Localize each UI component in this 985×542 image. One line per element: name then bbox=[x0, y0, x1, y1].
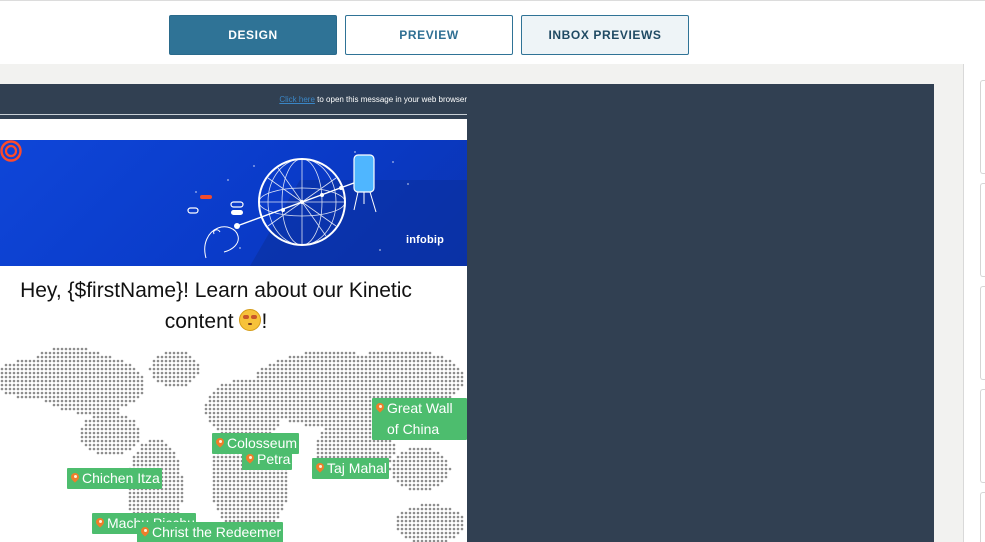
side-panel bbox=[964, 64, 985, 542]
email-body[interactable]: infobip Hey, {$firstName}! Learn about o… bbox=[0, 119, 467, 542]
tab-preview[interactable]: PREVIEW bbox=[345, 15, 513, 55]
preheader-text: Click here to open this message in your … bbox=[279, 95, 467, 104]
preheader: Click here to open this message in your … bbox=[0, 84, 467, 116]
map-pin-chichen-itza[interactable]: Chichen Itza bbox=[67, 468, 162, 489]
top-toolbar: DESIGN PREVIEW INBOX PREVIEWS bbox=[0, 0, 985, 64]
heading-line-2-end: ! bbox=[261, 310, 268, 333]
header-banner[interactable]: infobip bbox=[0, 140, 467, 266]
map-pin-taj-mahal[interactable]: Taj Mahal bbox=[312, 458, 389, 479]
tab-design[interactable]: DESIGN bbox=[169, 15, 337, 55]
infobip-logo-icon bbox=[0, 140, 22, 162]
map-pin-christ-the-redeemer[interactable]: Christ the Redeemer bbox=[137, 522, 284, 542]
map-pin-petra[interactable]: Petra bbox=[242, 449, 292, 470]
brand-name: infobip bbox=[406, 234, 445, 246]
map-pin-great-wall[interactable]: Great Wall of China bbox=[372, 398, 467, 440]
side-panel-card[interactable] bbox=[980, 389, 985, 483]
email-heading[interactable]: Hey, {$firstName}! Learn about our Kinet… bbox=[0, 275, 432, 337]
tab-inbox-previews[interactable]: INBOX PREVIEWS bbox=[521, 15, 689, 55]
divider bbox=[0, 114, 467, 115]
globe-illustration bbox=[187, 151, 467, 266]
heading-line-2-start: content bbox=[164, 310, 240, 333]
side-panel-card[interactable] bbox=[980, 80, 985, 174]
star-struck-emoji-icon bbox=[239, 309, 262, 331]
world-map[interactable]: Great Wall of China Colosseum Petra Taj … bbox=[0, 339, 467, 542]
side-panel-card[interactable] bbox=[980, 492, 985, 542]
side-panel-card[interactable] bbox=[980, 286, 985, 380]
side-panel-card[interactable] bbox=[980, 183, 985, 277]
web-version-link[interactable]: Click here bbox=[279, 95, 315, 104]
heading-line-1: Hey, {$firstName}! Learn about our Kinet… bbox=[20, 279, 412, 302]
email-editor: DESIGN PREVIEW INBOX PREVIEWS Click here… bbox=[0, 0, 985, 542]
preheader-rest: to open this message in your web browser bbox=[314, 95, 467, 104]
